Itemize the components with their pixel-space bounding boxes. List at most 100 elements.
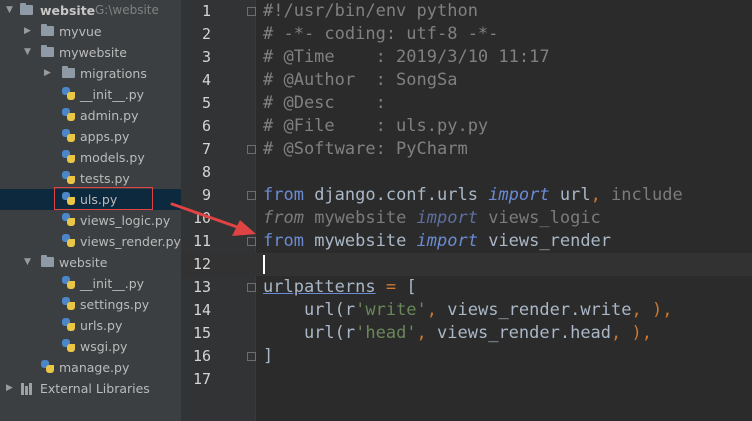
fold-marker-icon[interactable]	[247, 145, 256, 154]
tree-item-views-render-py[interactable]: views_render.py	[0, 231, 181, 252]
module-name: mywebsite	[303, 231, 417, 251]
unused-import-name: views_logic	[477, 208, 601, 228]
code-line-2[interactable]: # -*- coding: utf-8 -*-	[263, 23, 498, 46]
chevron-down-icon[interactable]: ▼	[24, 42, 31, 63]
annotation-highlight-box	[54, 187, 153, 210]
python-file-icon	[62, 171, 76, 185]
chevron-down-icon[interactable]: ▼	[24, 252, 31, 273]
tree-item-label: wsgi.py	[80, 339, 128, 354]
tree-item-apps-py[interactable]: apps.py	[0, 126, 181, 147]
line-number: 8	[201, 163, 211, 181]
python-file-icon	[62, 297, 76, 311]
chevron-right-icon[interactable]: ▶	[24, 21, 31, 42]
tree-item-urls-py[interactable]: urls.py	[0, 315, 181, 336]
string-literal: 'head'	[355, 323, 417, 343]
code-line-1[interactable]: #!/usr/bin/env python	[263, 0, 478, 23]
python-file-icon	[62, 276, 76, 290]
unused-import-name: include	[600, 185, 683, 205]
call: url(r	[263, 323, 356, 343]
tree-item-init-py[interactable]: __init__.py	[0, 84, 181, 105]
line-number: 9	[201, 186, 211, 204]
line-number: 4	[201, 71, 211, 89]
code-line-9[interactable]: from django.conf.urls import url, includ…	[263, 184, 683, 207]
tree-item-label: models.py	[80, 150, 145, 165]
punctuation: ,	[611, 323, 622, 343]
tree-item-label: manage.py	[59, 360, 130, 375]
tree-item-migrations[interactable]: ▶ migrations	[0, 63, 181, 84]
keyword: import	[416, 231, 478, 251]
python-file-icon	[62, 339, 76, 353]
code-line-16[interactable]: ]	[263, 345, 273, 368]
chevron-down-icon[interactable]: ▼	[6, 0, 13, 21]
python-file-icon	[62, 213, 76, 227]
line-number: 2	[201, 25, 211, 43]
root-folder-name: website	[40, 3, 96, 18]
line-number: 16	[192, 347, 211, 365]
line-number: 15	[192, 324, 211, 342]
chevron-right-icon[interactable]: ▶	[6, 378, 13, 399]
python-file-icon	[62, 318, 76, 332]
line-number: 7	[201, 140, 211, 158]
tree-item-wsgi-py[interactable]: wsgi.py	[0, 336, 181, 357]
line-number: 13	[192, 278, 211, 296]
tree-item-manage-py[interactable]: manage.py	[0, 357, 181, 378]
punctuation: ,	[631, 300, 642, 320]
python-file-icon	[41, 360, 55, 374]
code-line-14[interactable]: url(r'write', views_render.write, ),	[263, 299, 673, 322]
fold-marker-icon[interactable]	[247, 237, 256, 246]
tree-item-label: mywebsite	[59, 45, 127, 60]
code-line-15[interactable]: url(r'head', views_render.head, ),	[263, 322, 652, 345]
module-name: mywebsite	[303, 208, 417, 228]
code-line-6[interactable]: # @File : uls.py.py	[263, 115, 488, 138]
line-number: 3	[201, 48, 211, 66]
python-file-icon	[62, 87, 76, 101]
tree-item-external-libraries[interactable]: ▶ External Libraries	[0, 378, 181, 399]
tree-item-label: urls.py	[80, 318, 123, 333]
folder-icon	[41, 45, 54, 57]
python-file-icon	[62, 234, 76, 248]
line-number: 17	[192, 370, 211, 388]
tree-item-settings-py[interactable]: settings.py	[0, 294, 181, 315]
keyword: from	[263, 231, 304, 251]
code-line-13[interactable]: urlpatterns = [	[263, 276, 417, 299]
tree-item-label: migrations	[80, 66, 147, 81]
bracket: [	[406, 277, 417, 297]
tree-item-label: apps.py	[80, 129, 130, 144]
code-line-4[interactable]: # @Author : SongSa	[263, 69, 457, 92]
project-tree-panel: ▼ website G:\website ▶ myvue ▼ mywebsite…	[0, 0, 181, 421]
chevron-right-icon[interactable]: ▶	[44, 63, 51, 84]
tree-item-label: myvue	[59, 24, 102, 39]
fold-marker-icon[interactable]	[247, 7, 256, 16]
tree-root[interactable]: ▼ website G:\website	[0, 0, 181, 21]
folder-icon	[20, 3, 33, 15]
tree-item-website-init-py[interactable]: __init__.py	[0, 273, 181, 294]
tree-item-tests-py[interactable]: tests.py	[0, 168, 181, 189]
punctuation: ),	[641, 300, 673, 320]
keyword: import	[416, 208, 478, 228]
tree-item-myvue[interactable]: ▶ myvue	[0, 21, 181, 42]
punctuation: ,	[426, 300, 438, 320]
code-line-11[interactable]: from mywebsite import views_render	[263, 230, 611, 253]
code-line-5[interactable]: # @Desc :	[263, 92, 386, 115]
call: url(r	[263, 300, 356, 320]
tree-item-label: website	[59, 255, 108, 270]
library-icon	[21, 383, 35, 395]
fold-marker-icon[interactable]	[247, 352, 256, 361]
keyword: from	[263, 208, 304, 228]
import-name: url	[549, 185, 591, 205]
tree-item-views-logic-py[interactable]: views_logic.py	[0, 210, 181, 231]
line-number: 12	[192, 255, 211, 273]
line-number: 6	[201, 117, 211, 135]
code-line-7[interactable]: # @Software: PyCharm	[263, 138, 468, 161]
code-line-3[interactable]: # @Time : 2019/3/10 11:17	[263, 46, 550, 69]
fold-marker-icon[interactable]	[247, 283, 256, 292]
tree-item-admin-py[interactable]: admin.py	[0, 105, 181, 126]
tree-item-mywebsite[interactable]: ▼ mywebsite	[0, 42, 181, 63]
line-number: 5	[201, 94, 211, 112]
code-line-10[interactable]: from mywebsite import views_logic	[263, 207, 601, 230]
tree-item-website[interactable]: ▼ website	[0, 252, 181, 273]
line-number: 1	[201, 2, 211, 20]
fold-marker-icon[interactable]	[247, 191, 256, 200]
tree-item-models-py[interactable]: models.py	[0, 147, 181, 168]
line-number: 14	[192, 301, 211, 319]
